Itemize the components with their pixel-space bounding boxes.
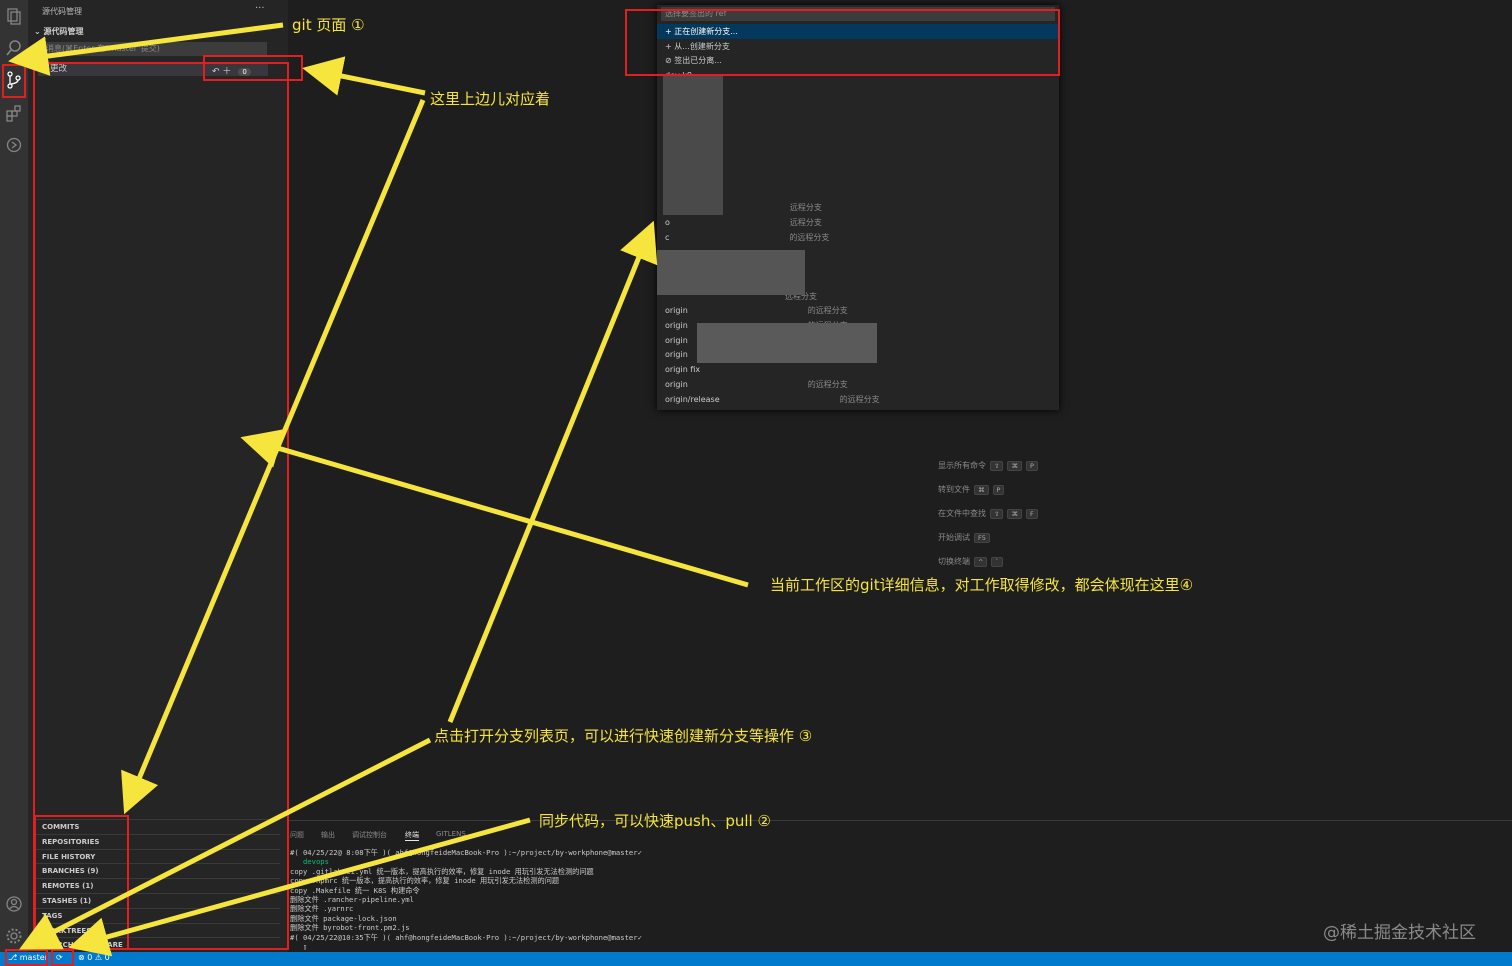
arrow	[8, 22, 284, 76]
watermark: @稀土掘金技术社区	[1323, 923, 1476, 943]
arrow	[447, 220, 658, 723]
annotation-git-page: git 页面 ①	[292, 16, 365, 34]
annotation-workspace: 当前工作区的git详细信息，对工作取得修改，都会体现在这里④	[770, 576, 1194, 594]
arrow	[19, 737, 432, 950]
annotation-branch-list: 点击打开分支列表页，可以进行快速创建新分支等操作 ③	[434, 727, 813, 745]
annotation-sync: 同步代码，可以快速push、pull ②	[539, 812, 771, 830]
annotation-top-correspond: 这里上边儿对应着	[430, 90, 551, 108]
arrow	[302, 56, 426, 96]
arrow	[240, 429, 749, 588]
arrow	[121, 99, 426, 815]
